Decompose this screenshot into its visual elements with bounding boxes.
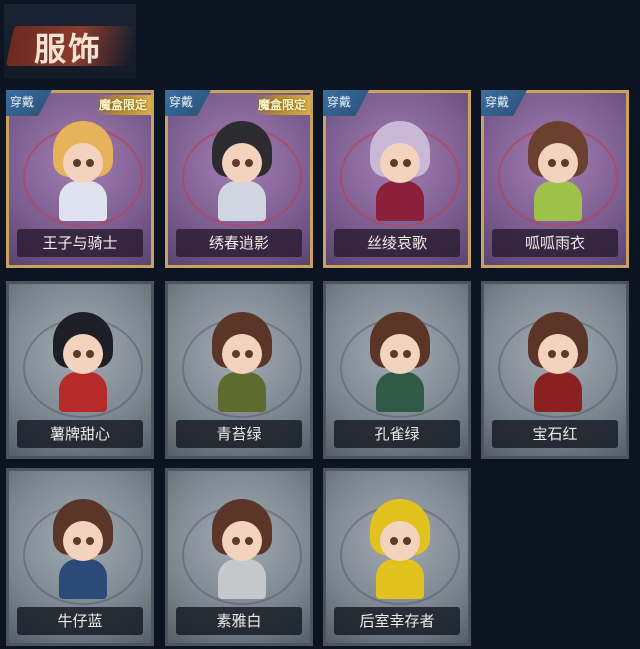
costume-card[interactable]: 穿戴丝绫哀歌 [323,90,471,268]
costume-name: 丝绫哀歌 [334,229,460,257]
character-portrait [53,121,113,221]
costume-name: 牛仔蓝 [17,607,143,635]
limited-badge: 魔盒限定 [94,95,151,115]
character-portrait [528,121,588,221]
costume-name: 王子与骑士 [17,229,143,257]
costume-card[interactable]: 穿戴呱呱雨衣 [481,90,629,268]
costume-name: 素雅白 [176,607,302,635]
wear-badge: 穿戴 [165,90,211,116]
costume-card[interactable]: 宝石红 [481,281,629,459]
costume-card[interactable]: 素雅白 [165,468,313,646]
costume-name: 绣春逍影 [176,229,302,257]
costume-name: 青苔绿 [176,420,302,448]
wear-badge: 穿戴 [481,90,527,116]
costume-grid: 穿戴 魔盒限定 王子与骑士 穿戴 魔盒限定 绣春逍影 穿戴 丝绫哀歌 穿戴 呱呱雨衣 薯牌甜心 青苔绿… [0,0,640,649]
character-portrait [53,499,113,599]
wear-badge: 穿戴 [323,90,369,116]
costume-name: 呱呱雨衣 [492,229,618,257]
costume-card[interactable]: 穿戴 魔盒限定王子与骑士 [6,90,154,268]
character-portrait [370,499,430,599]
character-portrait [370,312,430,412]
costume-card[interactable]: 后室幸存者 [323,468,471,646]
costume-name: 后室幸存者 [334,607,460,635]
costume-card[interactable]: 牛仔蓝 [6,468,154,646]
wear-badge: 穿戴 [6,90,52,116]
costume-name: 孔雀绿 [334,420,460,448]
costume-card[interactable]: 穿戴 魔盒限定绣春逍影 [165,90,313,268]
costume-card[interactable]: 青苔绿 [165,281,313,459]
character-portrait [212,312,272,412]
costume-name: 宝石红 [492,420,618,448]
character-portrait [212,121,272,221]
limited-badge: 魔盒限定 [253,95,310,115]
character-portrait [370,121,430,221]
costume-name: 薯牌甜心 [17,420,143,448]
costume-card[interactable]: 孔雀绿 [323,281,471,459]
costume-card[interactable]: 薯牌甜心 [6,281,154,459]
character-portrait [53,312,113,412]
character-portrait [212,499,272,599]
character-portrait [528,312,588,412]
